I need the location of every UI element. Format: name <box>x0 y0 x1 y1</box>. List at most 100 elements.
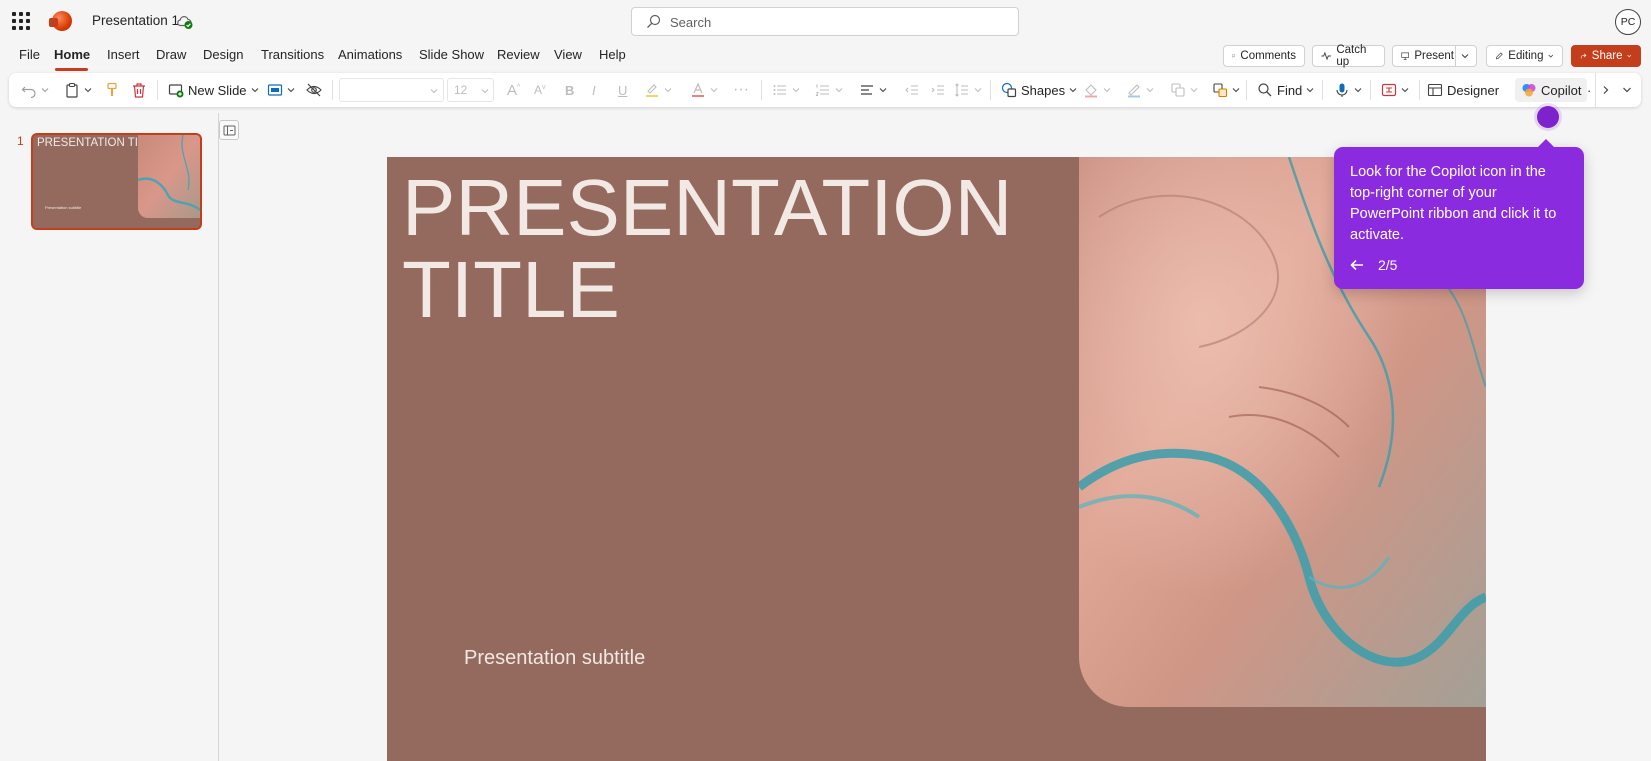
font-size-select[interactable]: 12 <box>447 78 494 102</box>
numbered-list-icon <box>815 84 829 97</box>
new-slide-button[interactable]: New Slide <box>168 81 259 99</box>
present-split-divider <box>1455 46 1456 66</box>
format-painter-button[interactable] <box>104 81 120 99</box>
tab-home[interactable]: Home <box>54 47 90 62</box>
shape-outline-button[interactable] <box>1126 81 1154 99</box>
more-font-options-button[interactable]: ··· <box>733 81 749 99</box>
chevron-down-icon[interactable] <box>1461 52 1469 60</box>
new-slide-label: New Slide <box>188 82 247 98</box>
app-launcher-icon[interactable] <box>12 12 30 30</box>
align-button[interactable] <box>859 81 887 99</box>
underline-icon: U <box>618 82 628 98</box>
powerpoint-logo-icon[interactable] <box>49 11 72 31</box>
quick-styles-button[interactable] <box>1212 81 1240 99</box>
dictate-button[interactable] <box>1334 81 1362 99</box>
designer-button[interactable]: Designer <box>1427 81 1499 99</box>
cloud-saved-icon[interactable] <box>176 13 193 30</box>
tab-transitions[interactable]: Transitions <box>261 47 324 62</box>
add-ins-icon <box>1381 83 1397 97</box>
chevron-down-icon <box>710 88 718 93</box>
comments-label: Comments <box>1240 50 1296 62</box>
present-button[interactable]: Present <box>1392 45 1477 67</box>
ribbon-scroll-right-button[interactable] <box>1595 73 1615 107</box>
font-color-button[interactable] <box>690 81 718 99</box>
highlight-button[interactable] <box>644 81 672 99</box>
tab-file[interactable]: File <box>19 47 40 62</box>
bullets-button[interactable] <box>772 81 800 99</box>
hide-slide-button[interactable] <box>306 81 322 99</box>
ribbon-expand-button[interactable] <box>1622 81 1632 99</box>
comment-icon <box>1232 54 1236 58</box>
underline-button[interactable]: U <box>618 81 627 99</box>
grow-font-button[interactable]: A^ <box>507 81 520 99</box>
search-box[interactable]: Search <box>631 7 1019 36</box>
tab-design[interactable]: Design <box>203 47 243 62</box>
tab-help[interactable]: Help <box>599 47 626 62</box>
paste-button[interactable] <box>64 81 92 99</box>
slide-title[interactable]: PRESENTATION TITLE <box>402 167 1042 331</box>
catch-up-button[interactable]: Catch up <box>1312 44 1385 68</box>
document-title[interactable]: Presentation 1 <box>92 13 179 28</box>
chevron-down-icon <box>1548 54 1554 58</box>
chevron-down-icon <box>792 88 800 93</box>
arrow-left-icon[interactable] <box>1350 258 1364 272</box>
copilot-button[interactable]: Copilot <box>1515 78 1588 102</box>
tab-view[interactable]: View <box>554 47 582 62</box>
numbering-button[interactable] <box>815 81 843 99</box>
collapse-pane-button[interactable] <box>219 120 239 140</box>
chevron-down-icon <box>1401 88 1409 93</box>
search-icon <box>1258 83 1272 97</box>
decrease-indent-button[interactable] <box>904 81 920 99</box>
tip-step-counter: 2/5 <box>1378 257 1398 273</box>
slide-subtitle[interactable]: Presentation subtitle <box>464 647 645 670</box>
avatar[interactable]: PC <box>1615 9 1641 35</box>
delete-button[interactable] <box>131 81 147 99</box>
tab-slide-show[interactable]: Slide Show <box>419 47 484 62</box>
shrink-font-button[interactable]: Av <box>534 81 546 99</box>
tab-review[interactable]: Review <box>497 47 540 62</box>
designer-label: Designer <box>1447 82 1500 98</box>
shape-fill-button[interactable] <box>1083 81 1111 99</box>
slide-thumbnail-pane: 1 PRESENTATION TITLE Presentation subtit… <box>0 113 219 761</box>
chevron-down-icon <box>1146 88 1154 93</box>
slide-title-line-2: TITLE <box>402 245 620 334</box>
ribbon-overflow-dot: · <box>1587 81 1591 99</box>
editing-mode-button[interactable]: Editing <box>1486 45 1563 67</box>
chevron-down-icon <box>664 88 672 93</box>
eye-off-icon <box>306 83 322 97</box>
slide-canvas[interactable]: PRESENTATION TITLE Presentation subtitle <box>387 157 1486 761</box>
bullet-list-icon <box>773 85 786 95</box>
paintbrush-icon <box>107 82 117 96</box>
italic-button[interactable]: I <box>592 81 596 99</box>
tab-draw[interactable]: Draw <box>156 47 186 62</box>
chevron-down-icon <box>1623 87 1631 93</box>
font-family-select[interactable] <box>339 78 444 102</box>
add-ins-button[interactable] <box>1381 81 1409 99</box>
find-button[interactable]: Find <box>1257 81 1314 99</box>
bold-button[interactable]: B <box>565 81 574 99</box>
find-label: Find <box>1277 82 1303 98</box>
comments-button[interactable]: Comments <box>1223 45 1305 67</box>
chevron-down-icon <box>1354 88 1362 93</box>
chevron-down-icon <box>835 88 843 93</box>
sidebar-toggle-icon <box>223 125 236 136</box>
share-button[interactable]: Share <box>1571 45 1641 67</box>
ribbon-divider <box>1370 80 1371 100</box>
increase-indent-button[interactable] <box>930 81 946 99</box>
slide-thumbnail[interactable]: PRESENTATION TITLE Presentation subtitle <box>31 133 202 230</box>
shapes-button[interactable]: Shapes <box>1001 81 1077 99</box>
shrink-font-icon: Av <box>534 83 546 97</box>
chevron-down-icon <box>1069 88 1077 93</box>
chevron-down-icon <box>974 88 982 93</box>
layout-icon <box>267 84 283 96</box>
arrange-icon <box>1171 83 1185 97</box>
layout-button[interactable] <box>267 81 295 99</box>
undo-button[interactable] <box>21 81 49 99</box>
tab-animations[interactable]: Animations <box>338 47 402 62</box>
tab-insert[interactable]: Insert <box>107 47 140 62</box>
slide-title-line-1: PRESENTATION <box>402 163 1013 252</box>
present-label: Present <box>1414 50 1454 62</box>
grow-font-icon: A^ <box>507 81 521 99</box>
line-spacing-button[interactable] <box>954 81 982 99</box>
arrange-button[interactable] <box>1170 81 1198 99</box>
